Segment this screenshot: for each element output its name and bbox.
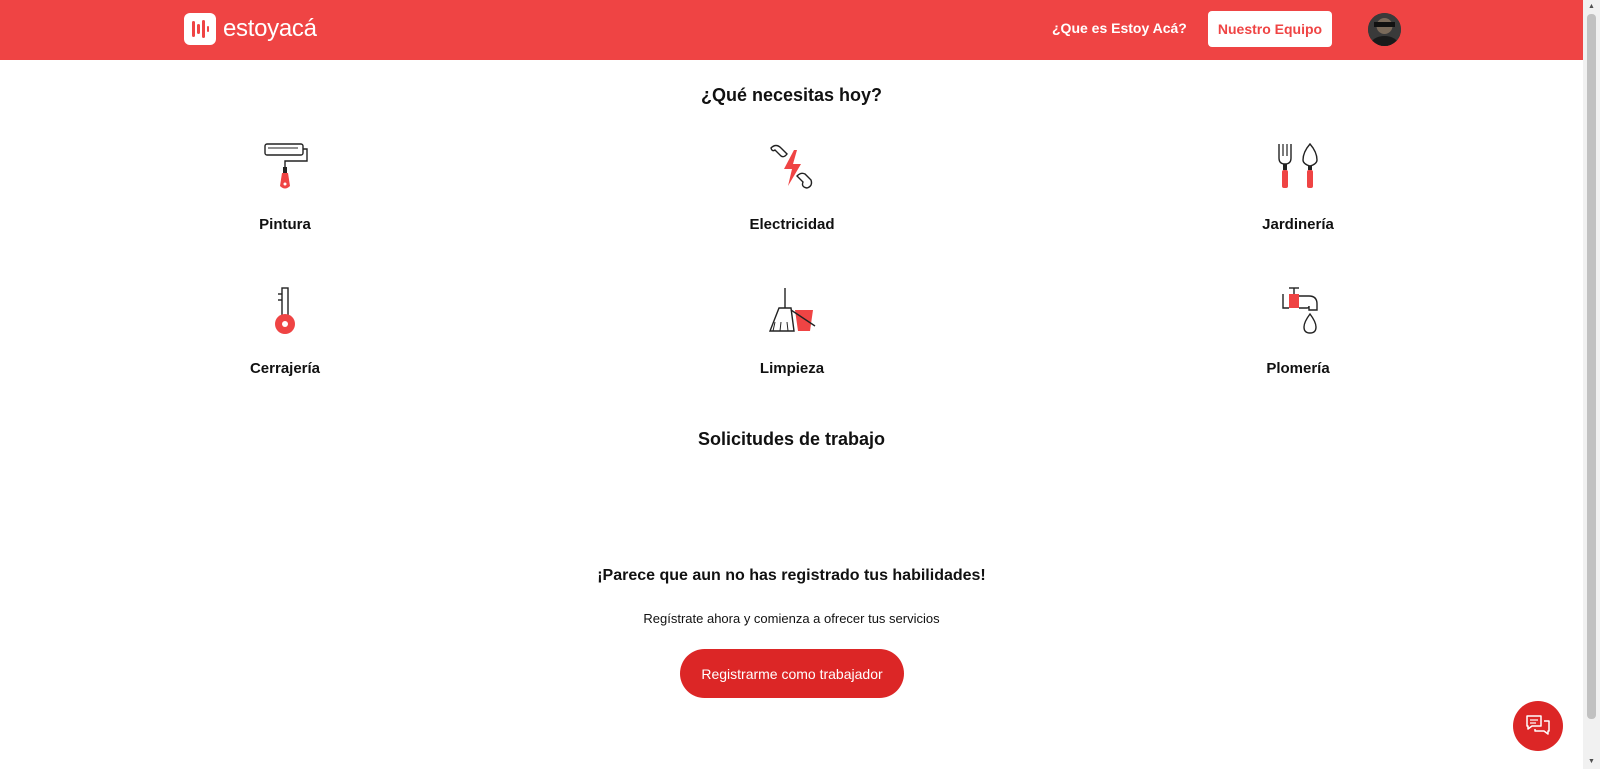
empty-state-subtitle: Regístrate ahora y comienza a ofrecer tu… <box>643 611 940 626</box>
category-label: Pintura <box>259 216 311 233</box>
category-label: Jardinería <box>1262 216 1334 233</box>
category-plomeria[interactable]: Plomería <box>1198 286 1398 377</box>
gardening-icon <box>1278 142 1318 188</box>
logo[interactable]: estoyacá <box>184 13 317 45</box>
category-cerrajeria[interactable]: Cerrajería <box>185 286 385 377</box>
faucet-icon <box>1282 287 1318 334</box>
top-navbar: estoyacá ¿Que es Estoy Acá? Nuestro Equi… <box>0 0 1583 60</box>
logo-icon <box>184 13 216 45</box>
electricity-icon <box>770 144 813 189</box>
categories-title: ¿Qué necesitas hoy? <box>700 85 883 105</box>
empty-state-title: ¡Parece que aun no has registrado tus ha… <box>597 567 986 584</box>
category-limpieza[interactable]: Limpieza <box>692 286 892 377</box>
avatar[interactable] <box>1368 13 1401 46</box>
category-label: Plomería <box>1266 360 1330 377</box>
nav-button-team[interactable]: Nuestro Equipo <box>1208 11 1332 47</box>
scroll-up-arrow-icon[interactable]: ▲ <box>1583 0 1600 14</box>
scroll-down-arrow-icon[interactable]: ▼ <box>1583 755 1600 769</box>
chat-button[interactable] <box>1513 701 1563 751</box>
vertical-scrollbar[interactable]: ▲ ▼ <box>1583 0 1600 769</box>
broom-bucket-icon <box>768 288 816 332</box>
category-pintura[interactable]: Pintura <box>185 142 385 233</box>
register-worker-button[interactable]: Registrarme como trabajador <box>680 649 904 698</box>
paint-roller-icon <box>264 143 308 189</box>
chat-icon <box>1526 715 1550 735</box>
nav-link-about[interactable]: ¿Que es Estoy Acá? <box>1052 20 1187 36</box>
category-label: Cerrajería <box>249 360 321 377</box>
category-electricidad[interactable]: Electricidad <box>692 142 892 233</box>
category-jardineria[interactable]: Jardinería <box>1198 142 1398 233</box>
key-icon <box>275 287 295 334</box>
category-label: Limpieza <box>759 360 825 377</box>
scrollbar-thumb[interactable] <box>1587 14 1596 719</box>
logo-text: estoyacá <box>223 15 317 42</box>
job-requests-title: Solicitudes de trabajo <box>697 429 886 449</box>
category-label: Electricidad <box>749 216 835 233</box>
